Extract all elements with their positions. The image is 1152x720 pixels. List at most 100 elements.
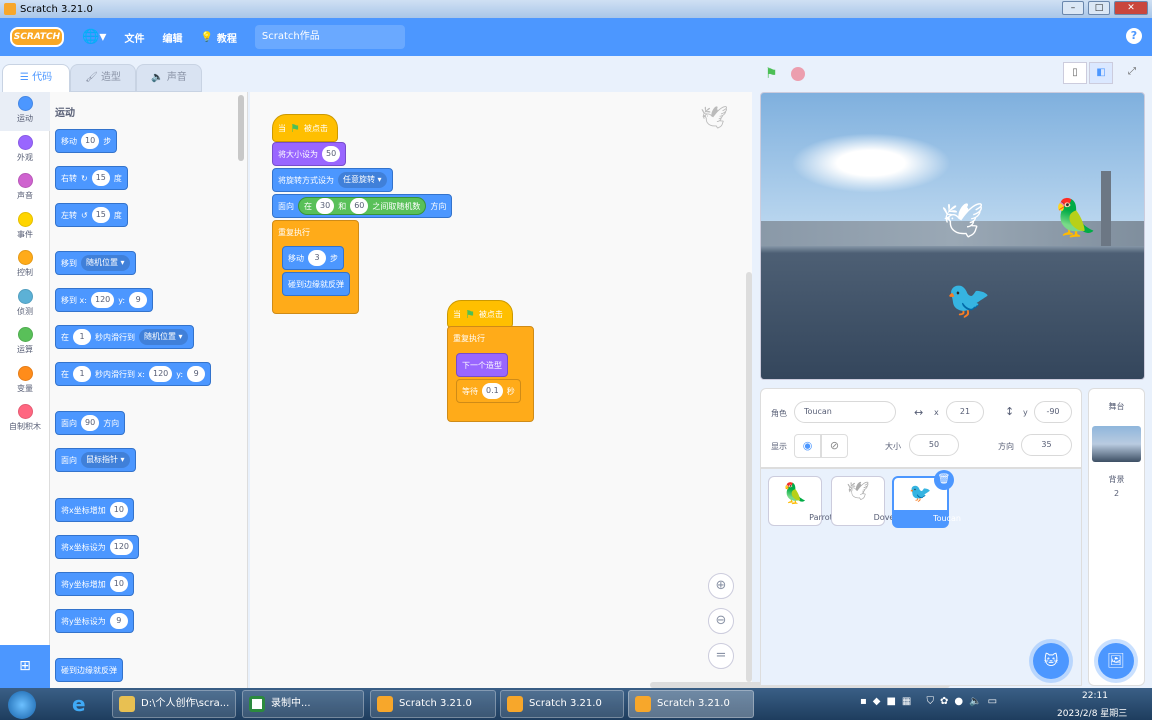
block-dropdown[interactable]: 随机位置 ▾ [81,255,130,271]
category-4[interactable]: 控制 [0,246,50,285]
sprite-thumb-parrot[interactable]: 🦜 Parrot [768,476,833,526]
palette-change-y-block[interactable]: 将y坐标增加 10 [55,572,134,596]
category-7[interactable]: 变量 [0,362,50,401]
stop-button[interactable] [791,67,805,81]
script-vertical-scrollbar[interactable] [746,272,752,682]
block-input[interactable]: 9 [129,292,148,308]
tab-costumes[interactable]: 🖌 造型 [70,64,136,92]
system-tray-icons[interactable]: ▪◆■▦ ⛉✿●🔈▭ [860,696,1003,707]
palette-turn-left-block[interactable]: 左转 ↺ 15 度 [55,203,128,227]
zoom-reset-button[interactable]: = [708,643,734,669]
palette-move-block[interactable]: 移动 10 步 [55,129,118,153]
small-stage-button[interactable]: ▯ [1063,62,1087,84]
taskbar-scratch-2[interactable]: Scratch 3.21.0 [500,690,624,718]
block-dropdown[interactable]: 随机位置 ▾ [139,329,188,345]
block-input[interactable]: 50 [322,146,341,162]
category-5[interactable]: 侦测 [0,285,50,324]
block-input[interactable]: 120 [148,366,173,382]
sprite-thumb-dove[interactable]: 🕊 Dove [831,476,894,526]
menu-file[interactable]: 文件 [124,30,144,45]
taskbar-recorder[interactable]: 录制中... [242,690,364,718]
category-3[interactable]: 事件 [0,208,50,247]
block-input[interactable]: 120 [90,292,115,308]
project-title-input[interactable]: Scratch作品 [254,25,405,49]
internet-explorer-icon[interactable]: e [72,692,86,716]
palette-goto-block[interactable]: 移到 随机位置 ▾ [55,251,136,275]
block-input[interactable]: 1 [73,329,91,345]
block-input[interactable]: 10 [81,133,100,149]
taskbar-scratch-1[interactable]: Scratch 3.21.0 [370,690,496,718]
delete-sprite-trash-icon[interactable]: 🗑 [934,470,954,490]
block-input[interactable]: 10 [109,576,128,592]
category-6[interactable]: 运算 [0,323,50,362]
size-input[interactable]: 50 [909,434,959,456]
set-size-block[interactable]: 将大小设为 50 [272,142,347,166]
block-input[interactable]: 9 [109,613,128,629]
wait-seconds-block[interactable]: 等待 0.1 秒 [456,379,521,403]
category-1[interactable]: 外观 [0,131,50,170]
block-input[interactable]: 60 [350,198,369,214]
stage-canvas[interactable]: 🕊 🦜 🐦 [760,92,1145,380]
add-extension-button[interactable]: ⊞ [0,645,50,688]
menu-edit[interactable]: 编辑 [162,30,182,45]
palette-scrollbar[interactable] [238,95,244,161]
block-input[interactable]: 15 [91,170,110,186]
palette-change-x-block[interactable]: 将x坐标增加 10 [55,498,134,522]
parrot-sprite[interactable]: 🦜 [1053,197,1098,239]
stage-selector[interactable]: 舞台 背景 2 [1088,388,1145,686]
tab-code[interactable]: ☰ 代码 [2,64,70,92]
dove-sprite[interactable]: 🕊 [941,201,984,241]
block-input[interactable]: 120 [109,539,134,555]
next-costume-block[interactable]: 下一个造型 [456,353,508,377]
set-rotation-style-block[interactable]: 将旋转方式设为 任意旋转 ▾ [272,168,393,192]
fullscreen-button[interactable]: ⤢ [1120,62,1144,84]
normal-stage-button[interactable]: ◧ [1089,62,1113,84]
palette-glide-xy-block[interactable]: 在 1 秒内滑行到 x: 120 y: 9 [55,362,212,386]
block-input[interactable]: 0.1 [482,383,503,399]
block-dropdown[interactable]: 任意旋转 ▾ [338,172,387,188]
when-flag-clicked-hat[interactable]: 当 ⚑ 被点击 [272,114,338,142]
choose-backdrop-button[interactable]: 🖼 [1098,643,1134,679]
category-8[interactable]: 自制积木 [0,400,50,439]
block-input[interactable]: 90 [81,415,100,431]
help-icon[interactable]: ? [1126,28,1142,44]
random-operator-block[interactable]: 在 30 和 60 之间取随机数 [298,197,427,215]
toucan-sprite[interactable]: 🐦 [946,279,991,321]
scratch-logo[interactable]: SCRATCH [10,27,64,47]
close-button[interactable]: ✕ [1114,1,1148,15]
show-visible-eye-icon[interactable]: ◉ [794,434,821,458]
palette-set-y-block[interactable]: 将y坐标设为 9 [55,609,134,633]
palette-set-x-block[interactable]: 将x坐标设为 120 [55,535,140,559]
point-in-direction-block[interactable]: 面向在 30 和 60 之间取随机数 方向 [272,194,453,218]
move-steps-block[interactable]: 移动 3 步 [282,246,344,270]
block-input[interactable]: 1 [73,366,91,382]
palette-turn-right-block[interactable]: 右转 ↻ 15 度 [55,166,128,190]
sprite-name-input[interactable]: Toucan [794,401,896,423]
taskbar-scratch-3[interactable]: Scratch 3.21.0 [628,690,754,718]
block-input[interactable]: 30 [316,198,335,214]
block-input[interactable]: 9 [187,366,206,382]
block-input[interactable]: 3 [308,250,326,266]
bounce-on-edge-block[interactable]: 碰到边缘就反弹 [282,272,350,296]
block-input[interactable]: 10 [109,502,128,518]
zoom-in-button[interactable]: ⊕ [708,573,734,599]
green-flag-button[interactable]: ⚑ [765,66,778,82]
palette-goto-xy-block[interactable]: 移到 x: 120 y: 9 [55,288,154,312]
palette-point-towards-block[interactable]: 面向 鼠标指针 ▾ [55,448,136,472]
language-globe-icon[interactable]: 🌐▾ [82,29,106,45]
tab-sounds[interactable]: 🔈 声音 [136,64,202,92]
when-flag-clicked-hat[interactable]: 当 ⚑ 被点击 [447,300,513,328]
maximize-button[interactable]: □ [1088,1,1110,15]
block-dropdown[interactable]: 鼠标指针 ▾ [81,452,130,468]
zoom-out-button[interactable]: ⊖ [708,608,734,634]
direction-input[interactable]: 35 [1021,434,1072,456]
x-input[interactable]: 21 [946,401,984,423]
category-0[interactable]: 运动 [0,92,50,131]
menu-tutorials[interactable]: 教程 [217,30,237,45]
taskbar-explorer[interactable]: D:\个人创作\scra... [112,690,236,718]
choose-sprite-button[interactable]: 🐱 [1033,643,1069,679]
y-input[interactable]: -90 [1034,401,1072,423]
block-input[interactable]: 15 [91,207,110,223]
palette-point-direction-block[interactable]: 面向 90 方向 [55,411,126,435]
palette-bounce-block[interactable]: 碰到边缘就反弹 [55,658,123,682]
